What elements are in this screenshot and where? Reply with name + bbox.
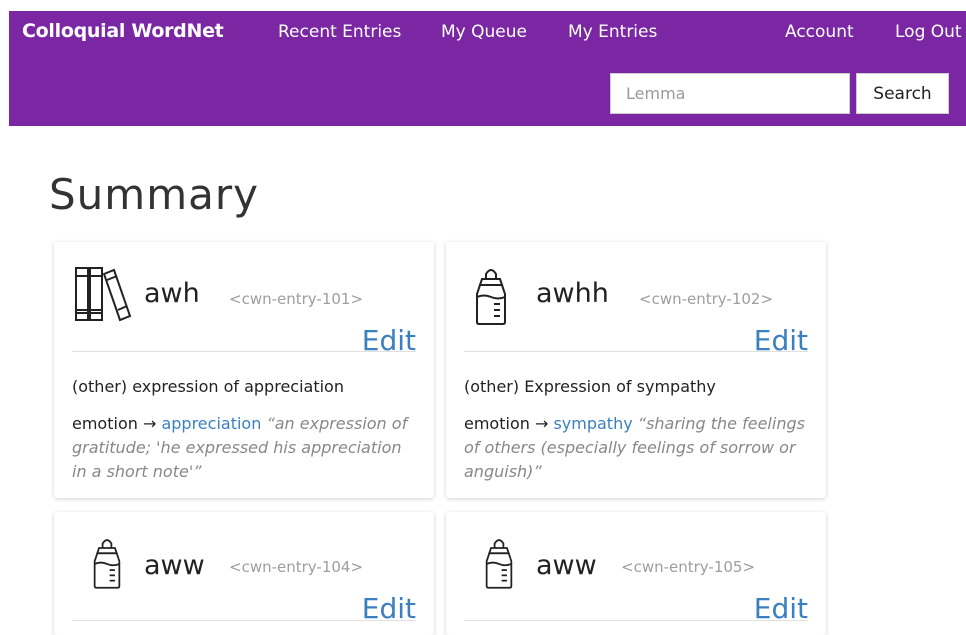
books-icon — [74, 266, 132, 326]
relation-line: emotion → appreciation “an expression of… — [72, 412, 416, 484]
lemma[interactable]: aww — [536, 550, 597, 581]
card-divider — [72, 351, 416, 352]
baby-bottle-icon — [474, 266, 508, 330]
nav-log-out[interactable]: Log Out — [895, 22, 962, 42]
search-button[interactable]: Search — [856, 73, 949, 114]
gloss-text: (other) expression of appreciation — [72, 377, 344, 396]
relation-line: emotion → sympathy “sharing the feelings… — [464, 412, 808, 484]
card-divider — [72, 620, 416, 621]
relation-target-link[interactable]: sympathy — [553, 414, 632, 433]
relation-type: emotion → — [464, 414, 549, 433]
entry-card: awh <cwn-entry-101> Edit (other) express… — [54, 242, 434, 498]
baby-bottle-icon — [484, 534, 514, 596]
gloss-text: (other) Expression of sympathy — [464, 377, 716, 396]
nav-recent-entries[interactable]: Recent Entries — [278, 22, 401, 42]
entry-id: <cwn-entry-101> — [229, 290, 364, 308]
entry-id: <cwn-entry-105> — [621, 558, 756, 576]
edit-link[interactable]: Edit — [754, 324, 808, 357]
entry-card: aww <cwn-entry-104> Edit — [54, 512, 434, 635]
lemma[interactable]: aww — [144, 550, 205, 581]
lemma[interactable]: awhh — [536, 278, 609, 309]
entry-card: aww <cwn-entry-105> Edit — [446, 512, 826, 635]
baby-bottle-icon — [92, 534, 122, 596]
card-divider — [464, 351, 808, 352]
relation-type: emotion → — [72, 414, 157, 433]
search-input[interactable] — [610, 73, 850, 114]
card-divider — [464, 620, 808, 621]
nav-account[interactable]: Account — [785, 22, 854, 42]
entry-id: <cwn-entry-104> — [229, 558, 364, 576]
entry-card: awhh <cwn-entry-102> Edit (other) Expres… — [446, 242, 826, 498]
entry-id: <cwn-entry-102> — [639, 290, 774, 308]
brand-logo[interactable]: Colloquial WordNet — [22, 20, 224, 42]
top-navbar: Colloquial WordNet Recent Entries My Que… — [9, 11, 966, 126]
edit-link[interactable]: Edit — [362, 324, 416, 357]
nav-my-entries[interactable]: My Entries — [568, 22, 657, 42]
nav-my-queue[interactable]: My Queue — [441, 22, 527, 42]
lemma[interactable]: awh — [144, 278, 200, 309]
page-title: Summary — [49, 170, 259, 219]
relation-target-link[interactable]: appreciation — [161, 414, 261, 433]
